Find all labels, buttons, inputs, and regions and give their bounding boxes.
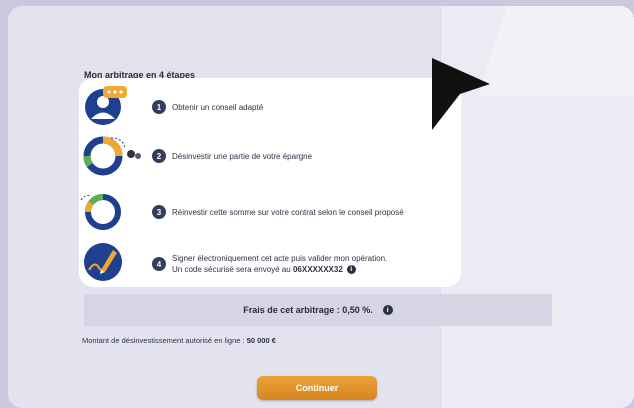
fees-info-icon[interactable]: i (382, 305, 393, 315)
signature-pen-icon (84, 243, 122, 281)
step-4: 4 Signer électroniquement cet acte puis … (79, 240, 461, 284)
phone-number: 06XXXXXX32 (292, 265, 343, 274)
continue-button[interactable]: Continuer (257, 376, 377, 400)
step-text-4-line2: Un code sécurisé sera envoyé au 06XXXXXX… (172, 264, 387, 275)
divest-donut-icon (83, 136, 141, 176)
step-1: 1 Obtenir un conseil adapté (79, 86, 461, 126)
advisor-icon (85, 86, 127, 125)
reinvest-donut-icon (80, 194, 121, 230)
phone-prefix: Un code sécurisé sera envoyé au (172, 265, 291, 274)
step-number-4: 4 (152, 257, 166, 271)
step-number-2: 2 (152, 149, 166, 163)
fees-bar: Frais de cet arbitrage : 0,50 %. i (84, 294, 552, 326)
phone-info-icon[interactable]: i (346, 265, 356, 275)
step-text-4-line1: Signer électroniquement cet acte puis va… (172, 254, 388, 263)
amount-line: Montant de désinvestissement autorisé en… (82, 336, 276, 345)
amount-value: 50 000 € (246, 336, 276, 345)
fees-label: Frais de cet arbitrage : 0,50 %. (243, 305, 373, 315)
step-number-1: 1 (152, 100, 166, 114)
step-text-3: Réinvestir cette somme sur votre contrat… (172, 208, 404, 217)
step-2: 2 Désinvestir une partie de votre épargn… (79, 134, 461, 178)
step-number-3: 3 (152, 205, 166, 219)
step-text-1: Obtenir un conseil adapté (172, 103, 264, 112)
step-text-2: Désinvestir une partie de votre épargne (172, 152, 313, 161)
step-3: 3 Réinvestir cette somme sur votre contr… (79, 190, 461, 234)
amount-label: Montant de désinvestissement autorisé en… (82, 336, 245, 345)
steps-card: 1 Obtenir un conseil adapté 2 Désinvesti… (79, 78, 461, 287)
mouse-pointer-icon (432, 58, 490, 130)
step-text-4: Signer électroniquement cet acte puis va… (172, 253, 387, 275)
